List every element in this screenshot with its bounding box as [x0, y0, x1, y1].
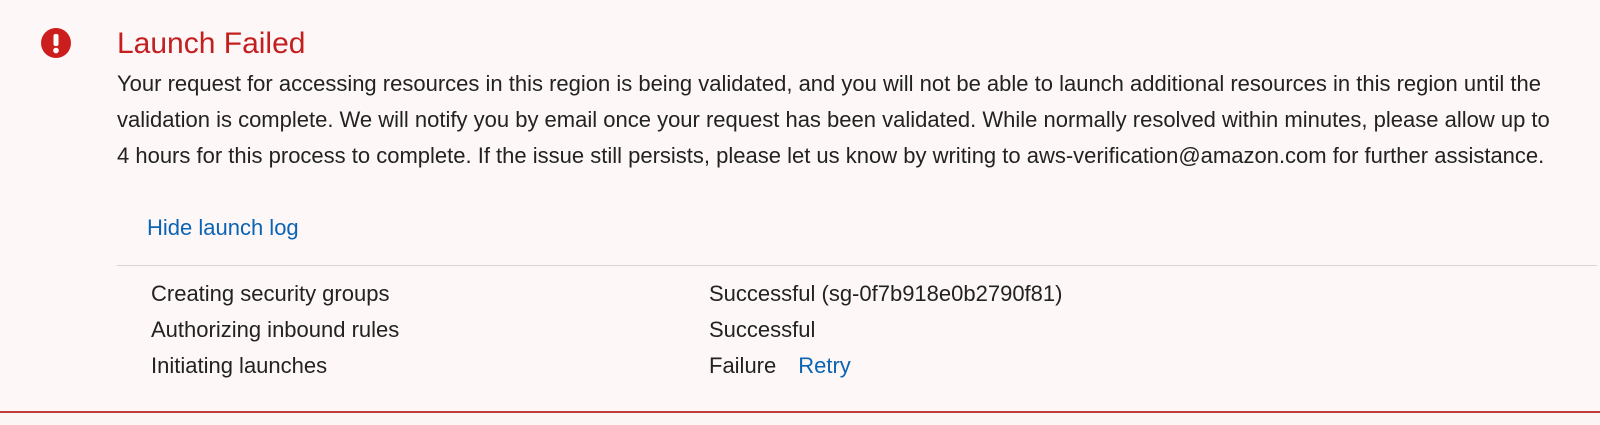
exclamation-circle-icon	[41, 28, 71, 58]
retry-link[interactable]: Retry	[798, 353, 851, 379]
log-row: Creating security groups Successful (sg-…	[151, 276, 1151, 312]
log-step-label: Initiating launches	[151, 353, 328, 378]
log-status-label: Failure	[709, 353, 777, 378]
launch-log: Creating security groups Successful (sg-…	[151, 276, 1151, 384]
divider	[117, 265, 1597, 266]
alert-title: Launch Failed	[117, 27, 306, 60]
log-status-label: Successful (sg-0f7b918e0b2790f81)	[709, 281, 1063, 306]
log-row: Initiating launches Failure Retry	[151, 348, 1151, 384]
hide-launch-log-link[interactable]: Hide launch log	[147, 212, 299, 244]
log-status-label: Successful	[709, 317, 816, 342]
log-step-label: Authorizing inbound rules	[151, 317, 400, 342]
launch-failed-alert: Launch Failed Your request for accessing…	[0, 0, 1600, 413]
alert-message: Your request for accessing resources in …	[117, 71, 1550, 168]
log-status-cell: Failure Retry	[709, 353, 851, 379]
log-step-label: Creating security groups	[151, 281, 390, 306]
log-row: Authorizing inbound rules Successful	[151, 312, 1151, 348]
